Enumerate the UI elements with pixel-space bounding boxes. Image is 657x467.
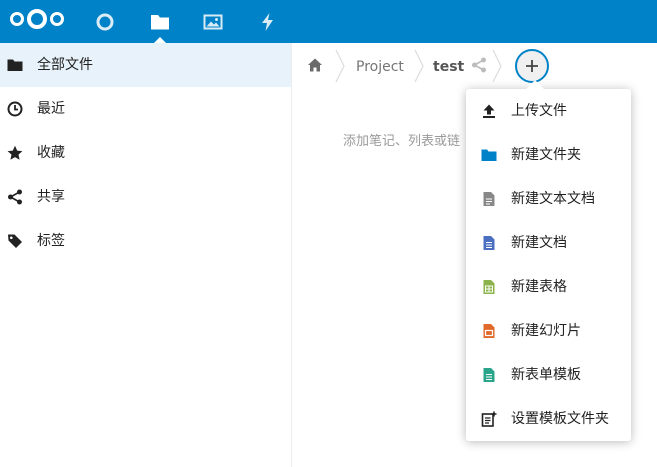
home-icon[interactable]	[307, 57, 323, 73]
navigation-sidebar: 全部文件 最近 收藏 共享 标签	[0, 43, 292, 467]
breadcrumb-item-project[interactable]: Project	[356, 58, 404, 76]
tag-icon	[8, 234, 22, 248]
sidebar-item-tags[interactable]: 标签	[0, 219, 291, 263]
sidebar-item-label: 标签	[37, 233, 65, 249]
sidebar-item-all-files[interactable]: 全部文件	[0, 43, 291, 87]
breadcrumb-separator-icon	[335, 49, 345, 83]
breadcrumb: Project test	[293, 43, 657, 89]
breadcrumb-item-current[interactable]: test	[433, 58, 464, 76]
folder-icon	[7, 59, 23, 71]
share-folder-icon[interactable]	[471, 57, 487, 73]
menu-item-upload[interactable]: 上传文件	[466, 89, 631, 133]
breadcrumb-separator-icon	[414, 49, 424, 83]
top-header	[0, 0, 657, 43]
presentation-icon	[483, 324, 495, 338]
photos-app-icon[interactable]	[193, 0, 233, 43]
nextcloud-logo-icon[interactable]	[8, 6, 66, 32]
upload-icon	[483, 104, 495, 118]
menu-item-new-folder[interactable]: 新建文件夹	[466, 133, 631, 177]
menu-item-new-form-template[interactable]: 新表单模板	[466, 353, 631, 397]
new-file-menu: 上传文件 新建文件夹 新建文本文档 新建文档 新建表格 新建幻灯片 新表单模板 …	[466, 80, 631, 441]
activity-app-icon[interactable]	[248, 0, 288, 43]
star-icon	[7, 145, 23, 160]
form-template-icon	[483, 368, 495, 382]
menu-item-label: 新建文档	[511, 235, 567, 251]
menu-item-set-template-folder[interactable]: 设置模板文件夹	[466, 397, 631, 441]
template-folder-icon	[481, 411, 497, 427]
sidebar-item-label: 全部文件	[37, 57, 93, 73]
sidebar-item-label: 共享	[37, 189, 65, 205]
sidebar-item-label: 最近	[37, 101, 65, 117]
sidebar-item-label: 收藏	[37, 145, 65, 161]
sidebar-item-favorites[interactable]: 收藏	[0, 131, 291, 175]
document-icon	[483, 236, 495, 250]
dashboard-app-icon[interactable]	[85, 0, 125, 43]
menu-item-new-document[interactable]: 新建文档	[466, 221, 631, 265]
menu-item-label: 新表单模板	[511, 367, 581, 383]
menu-item-label: 新建文本文档	[511, 191, 595, 207]
sidebar-item-shares[interactable]: 共享	[0, 175, 291, 219]
menu-item-new-spreadsheet[interactable]: 新建表格	[466, 265, 631, 309]
clock-icon	[7, 101, 23, 117]
menu-item-label: 新建幻灯片	[511, 323, 581, 339]
text-file-icon	[483, 192, 495, 206]
sidebar-item-recent[interactable]: 最近	[0, 87, 291, 131]
empty-content-hint: 添加笔记、列表或链	[343, 134, 461, 149]
plus-icon	[526, 60, 538, 72]
breadcrumb-separator-icon	[492, 49, 502, 83]
share-icon	[8, 189, 22, 205]
menu-item-new-presentation[interactable]: 新建幻灯片	[466, 309, 631, 353]
folder-icon	[481, 149, 497, 161]
menu-item-label: 新建文件夹	[511, 147, 581, 163]
menu-item-label: 上传文件	[511, 103, 567, 119]
files-app-icon[interactable]	[140, 0, 180, 43]
spreadsheet-icon	[483, 280, 495, 294]
new-button[interactable]	[515, 49, 549, 83]
menu-item-new-text-file[interactable]: 新建文本文档	[466, 177, 631, 221]
menu-item-label: 新建表格	[511, 279, 567, 295]
menu-item-label: 设置模板文件夹	[511, 411, 609, 427]
